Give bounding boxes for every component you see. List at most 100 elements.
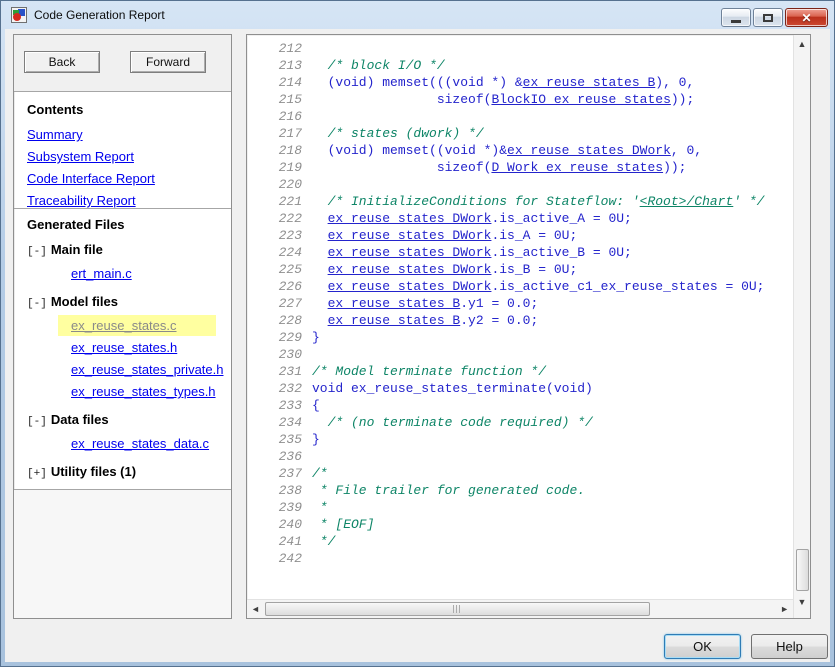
code-text: .is_A = 0U;	[491, 228, 577, 243]
code-line: 223 ex_reuse_states_DWork.is_A = 0U;	[247, 227, 793, 244]
vertical-scrollbar-thumb[interactable]	[796, 549, 809, 591]
generated-files-section: Generated Files [-]Main fileert_main.c[-…	[14, 209, 231, 490]
code-text: }	[312, 330, 320, 345]
line-number: 233	[247, 397, 302, 414]
maximize-button[interactable]	[753, 8, 783, 27]
code-line: 218 (void) memset((void *)&ex_reuse_stat…	[247, 142, 793, 159]
contents-link-subsystem-report[interactable]: Subsystem Report	[27, 146, 218, 168]
file-group-header: [+]Utility files (1)	[27, 462, 218, 484]
code-line: 242	[247, 550, 793, 567]
code-line: 219 sizeof(D_Work_ex_reuse_states));	[247, 159, 793, 176]
tree-toggle-icon[interactable]: [+]	[27, 468, 47, 480]
code-listing: 212213 /* block I/O */214 (void) memset(…	[247, 35, 793, 599]
code-symbol-link[interactable]: ex_reuse_states_DWork	[328, 279, 492, 294]
line-number: 241	[247, 533, 302, 550]
code-line-text: ex_reuse_states_DWork.is_active_B = 0U;	[312, 244, 632, 261]
file-link-ert-main-c[interactable]: ert_main.c	[71, 266, 132, 281]
code-comment: ' */	[733, 194, 764, 209]
file-link-ex-reuse-states-h[interactable]: ex_reuse_states.h	[71, 340, 177, 355]
code-line-text: ex_reuse_states_B.y1 = 0.0;	[312, 295, 538, 312]
horizontal-scrollbar-thumb[interactable]	[265, 602, 650, 616]
code-symbol-link[interactable]: ex_reuse_states_B	[328, 296, 461, 311]
line-number: 227	[247, 295, 302, 312]
code-comment: * [EOF]	[312, 517, 374, 532]
code-comment: * File trailer for generated code.	[312, 483, 585, 498]
code-generation-report-window: Code Generation Report ✕ Back Forward Co…	[0, 0, 835, 667]
code-line-text: ex_reuse_states_DWork.is_B = 0U;	[312, 261, 577, 278]
tree-toggle-icon[interactable]: [-]	[27, 298, 47, 310]
line-number: 238	[247, 482, 302, 499]
scroll-left-icon[interactable]: ◄	[251, 605, 260, 614]
code-block-link[interactable]: <Root>/Chart	[640, 194, 734, 209]
file-group-utility-files-1: [+]Utility files (1)	[27, 462, 218, 484]
forward-button[interactable]: Forward	[130, 51, 206, 73]
code-comment: *	[312, 500, 328, 515]
file-link-ex-reuse-states-data-c[interactable]: ex_reuse_states_data.c	[71, 436, 209, 451]
code-symbol-link[interactable]: ex_reuse_states_DWork	[328, 211, 492, 226]
code-line: 237 /*	[247, 465, 793, 482]
file-link-ex-reuse-states-types-h[interactable]: ex_reuse_states_types.h	[71, 384, 216, 399]
code-text	[312, 313, 328, 328]
code-line: 225 ex_reuse_states_DWork.is_B = 0U;	[247, 261, 793, 278]
code-line: 231/* Model terminate function */	[247, 363, 793, 380]
code-line: 240 * [EOF]	[247, 516, 793, 533]
tree-toggle-icon[interactable]: [-]	[27, 416, 47, 428]
file-link-ex-reuse-states-private-h[interactable]: ex_reuse_states_private.h	[71, 362, 223, 377]
code-text: sizeof(	[312, 92, 491, 107]
code-text	[312, 262, 328, 277]
code-line-text: }	[312, 431, 320, 448]
code-line: 220	[247, 176, 793, 193]
code-symbol-link[interactable]: BlockIO_ex_reuse_states	[491, 92, 670, 107]
code-text	[312, 279, 328, 294]
code-line: 222 ex_reuse_states_DWork.is_active_A = …	[247, 210, 793, 227]
line-number: 240	[247, 516, 302, 533]
code-line: 216	[247, 108, 793, 125]
minimize-button[interactable]	[721, 8, 751, 27]
code-symbol-link[interactable]: ex_reuse_states_DWork	[328, 228, 492, 243]
tree-toggle-icon[interactable]: [-]	[27, 246, 47, 258]
line-number: 228	[247, 312, 302, 329]
scroll-up-icon[interactable]: ▲	[794, 40, 810, 49]
code-text: ));	[671, 92, 694, 107]
line-number: 222	[247, 210, 302, 227]
back-button[interactable]: Back	[24, 51, 100, 73]
ok-button[interactable]: OK	[664, 634, 741, 659]
code-symbol-link[interactable]: D_Work_ex_reuse_states	[491, 160, 663, 175]
code-text	[312, 228, 328, 243]
code-line: 238 * File trailer for generated code.	[247, 482, 793, 499]
line-number: 231	[247, 363, 302, 380]
file-link-ex-reuse-states-c[interactable]: ex_reuse_states.c	[71, 318, 177, 333]
contents-link-summary[interactable]: Summary	[27, 124, 218, 146]
line-number: 237	[247, 465, 302, 482]
code-line: 236	[247, 448, 793, 465]
code-symbol-link[interactable]: ex_reuse_states_DWork	[328, 245, 492, 260]
code-line: 227 ex_reuse_states_B.y1 = 0.0;	[247, 295, 793, 312]
file-group-data-files: [-]Data filesex_reuse_states_data.c	[27, 410, 218, 454]
close-button[interactable]: ✕	[785, 8, 828, 27]
scroll-right-icon[interactable]: ►	[780, 605, 789, 614]
file-group-header: [-]Main file	[27, 240, 218, 262]
vertical-scrollbar[interactable]: ▲ ▼	[793, 35, 810, 618]
help-button[interactable]: Help	[751, 634, 828, 659]
code-symbol-link[interactable]: ex_reuse_states_DWork	[507, 143, 671, 158]
file-group-header: [-]Model files	[27, 292, 218, 314]
horizontal-scrollbar[interactable]: ◄ ►	[247, 599, 793, 618]
scroll-down-icon[interactable]: ▼	[794, 598, 810, 607]
code-line-text: * File trailer for generated code.	[312, 482, 585, 499]
code-symbol-link[interactable]: ex_reuse_states_DWork	[328, 262, 492, 277]
code-line: 215 sizeof(BlockIO_ex_reuse_states));	[247, 91, 793, 108]
line-number: 229	[247, 329, 302, 346]
file-row: ex_reuse_states_data.c	[58, 433, 216, 454]
line-number: 226	[247, 278, 302, 295]
code-line: 212	[247, 40, 793, 57]
code-text: ), 0,	[655, 75, 694, 90]
code-line-text: /*	[312, 465, 328, 482]
code-line: 233{	[247, 397, 793, 414]
code-symbol-link[interactable]: ex_reuse_states_B	[328, 313, 461, 328]
contents-link-code-interface-report[interactable]: Code Interface Report	[27, 168, 218, 190]
code-symbol-link[interactable]: ex_reuse_states_B	[523, 75, 656, 90]
line-number: 236	[247, 448, 302, 465]
code-line: 234 /* (no terminate code required) */	[247, 414, 793, 431]
file-row: ex_reuse_states.h	[58, 337, 216, 358]
window-title: Code Generation Report	[34, 8, 165, 22]
